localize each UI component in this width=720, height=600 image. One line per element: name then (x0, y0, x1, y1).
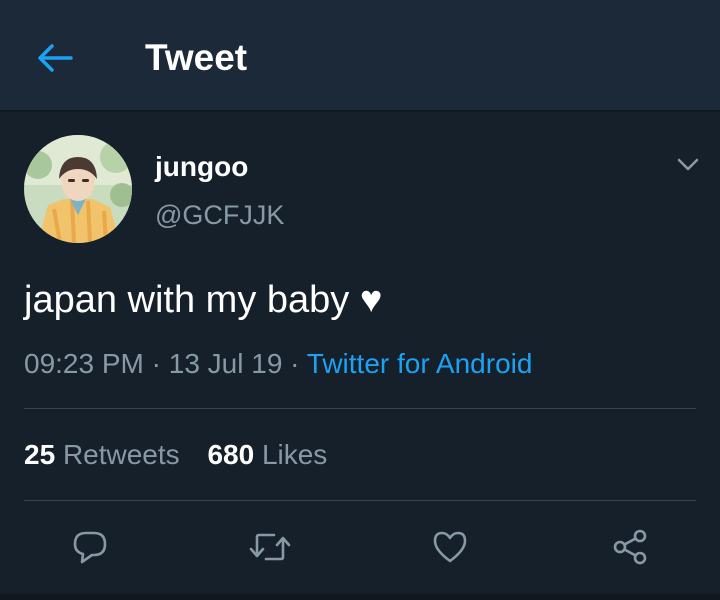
tweet-stats: 25 Retweets 680 Likes (24, 437, 327, 473)
chevron-down-icon (677, 158, 699, 171)
retweets-count: 25 (24, 439, 56, 470)
reply-button[interactable] (67, 524, 113, 570)
divider (24, 500, 696, 501)
retweets-label: Retweets (62, 439, 180, 470)
arrow-left-icon (38, 44, 73, 72)
divider (24, 408, 696, 409)
author-display-name[interactable]: jungoo (155, 150, 248, 184)
retweets-stat[interactable]: 25 Retweets (24, 439, 187, 470)
back-button[interactable] (30, 36, 80, 80)
share-icon (613, 529, 647, 565)
avatar-image (24, 135, 132, 243)
like-icon (433, 531, 467, 563)
retweet-icon (249, 533, 291, 561)
likes-stat[interactable]: 680 Likes (207, 439, 327, 470)
author-handle[interactable]: @GCFJJK (155, 198, 284, 232)
retweet-button[interactable] (247, 524, 293, 570)
tweet-options-button[interactable] (670, 150, 706, 180)
share-button[interactable] (607, 524, 653, 570)
bottom-edge (0, 594, 720, 600)
tweet-date: 13 Jul 19 (168, 348, 283, 379)
meta-separator: · (290, 348, 300, 379)
tweet-meta: 09:23 PM · 13 Jul 19 · Twitter for Andro… (24, 346, 532, 382)
reply-icon (73, 531, 107, 564)
tweet-text: japan with my baby ♥ (24, 279, 383, 321)
tweet-source-link[interactable]: Twitter for Android (307, 348, 533, 379)
page-title: Tweet (145, 37, 248, 78)
likes-count: 680 (207, 439, 255, 470)
like-button[interactable] (427, 524, 473, 570)
avatar[interactable] (24, 135, 132, 243)
tweet-time: 09:23 PM (24, 348, 144, 379)
top-app-bar: Tweet (0, 0, 720, 112)
meta-separator: · (151, 348, 161, 379)
likes-label: Likes (261, 439, 328, 470)
